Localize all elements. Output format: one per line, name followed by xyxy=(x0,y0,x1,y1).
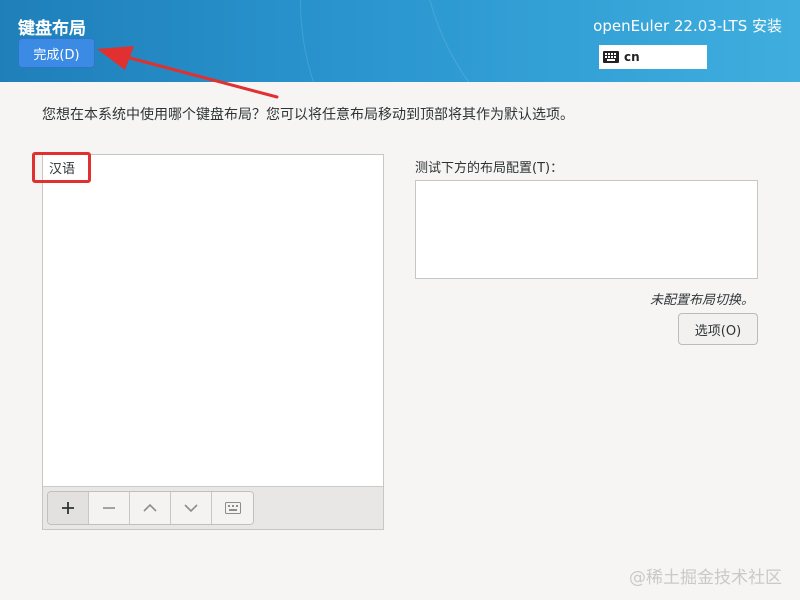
watermark: @稀土掘金技术社区 xyxy=(629,568,782,588)
annotation-arrow xyxy=(97,46,279,99)
